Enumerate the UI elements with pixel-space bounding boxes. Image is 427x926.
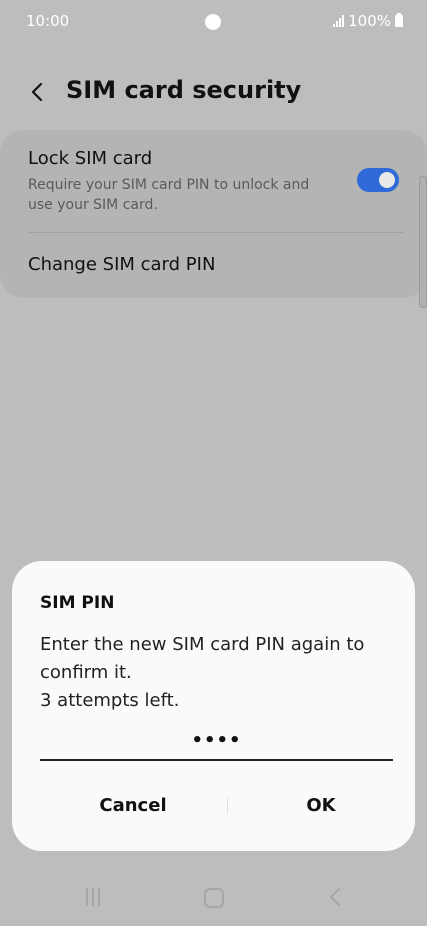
lock-sim-row[interactable]: Lock SIM card Require your SIM card PIN … — [28, 148, 408, 215]
camera-dot — [205, 14, 221, 30]
battery-percent: 100% — [348, 12, 391, 30]
page-title: SIM card security — [66, 76, 302, 104]
recents-icon[interactable] — [86, 888, 100, 906]
back-icon[interactable] — [326, 886, 346, 908]
chevron-left-icon — [31, 82, 43, 102]
header: SIM card security — [0, 70, 427, 114]
scroll-handle[interactable] — [419, 176, 427, 308]
lock-sim-title: Lock SIM card — [28, 148, 153, 169]
sim-pin-dialog: SIM PIN Enter the new SIM card PIN again… — [12, 561, 415, 851]
signal-icon — [333, 15, 345, 27]
status-time: 10:00 — [26, 12, 70, 30]
dialog-message-line: Enter the new SIM card PIN again to conf… — [40, 634, 365, 683]
lock-sim-toggle[interactable] — [357, 168, 399, 192]
battery-icon — [395, 13, 403, 27]
settings-card: Lock SIM card Require your SIM card PIN … — [0, 130, 427, 298]
status-right: 100% — [333, 12, 403, 30]
change-sim-pin-row[interactable]: Change SIM card PIN — [28, 254, 215, 275]
phone-screen: 10:00 100% SIM card security Lock SIM ca… — [0, 0, 427, 926]
ok-button[interactable]: OK — [228, 785, 414, 825]
dialog-title: SIM PIN — [40, 593, 115, 613]
navigation-bar — [0, 876, 427, 920]
toggle-knob — [379, 172, 395, 188]
cancel-button[interactable]: Cancel — [40, 785, 226, 825]
attempts-left: 3 attempts left. — [40, 690, 180, 711]
back-button[interactable] — [24, 78, 52, 106]
divider — [28, 232, 404, 233]
status-bar: 10:00 100% — [0, 0, 427, 44]
pin-input[interactable] — [40, 721, 393, 761]
dialog-message: Enter the new SIM card PIN again to conf… — [40, 631, 390, 715]
home-icon[interactable] — [204, 888, 224, 908]
lock-sim-description: Require your SIM card PIN to unlock and … — [28, 177, 310, 213]
